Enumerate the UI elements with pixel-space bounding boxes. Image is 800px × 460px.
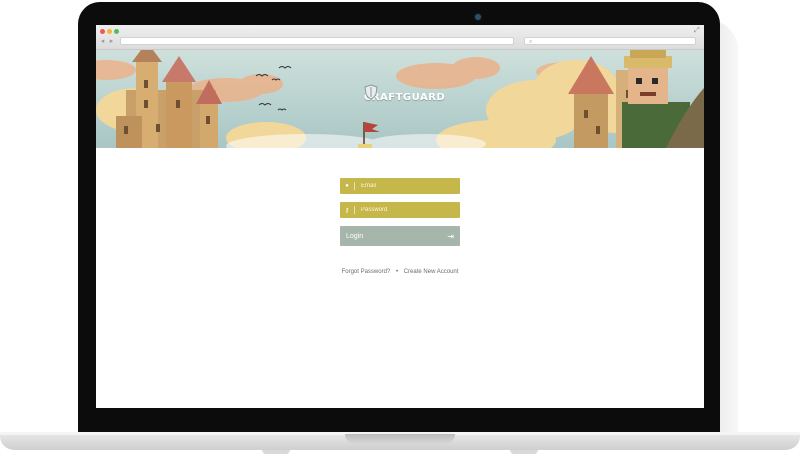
email-input[interactable] [361,183,451,189]
login-button[interactable]: Login ⇥ [340,226,460,246]
email-field[interactable]: ● [340,178,460,194]
fullscreen-icon[interactable]: ⤢ [694,27,700,35]
back-arrow-icon[interactable]: ◂ [99,38,106,45]
laptop-screen: ◂ ▸ ⌕ ⤢ CRAFTGUARD ● Email ⚷ Login ⇥ For… [96,25,704,408]
brand-logo: CRAFTGUARD [364,84,445,110]
password-field[interactable]: ⚷ [340,202,460,218]
laptop-notch [345,434,455,444]
shield-logo-icon [364,84,378,100]
login-label: Login [346,232,364,240]
create-account-link[interactable]: Create New Account [404,269,459,275]
forgot-password-link[interactable]: Forgot Password? [342,269,391,275]
search-icon: ⌕ [529,39,533,45]
address-bar[interactable] [120,37,514,45]
laptop-foot-right [510,450,538,454]
browser-chrome: ◂ ▸ ⌕ ⤢ [96,25,704,50]
minimize-window-dot[interactable] [107,29,112,34]
hero-banner: CRAFTGUARD [96,50,704,148]
link-separator: • [395,269,399,275]
account-links: Forgot Password? • Create New Account [340,269,460,275]
laptop-foot-left [262,450,290,454]
field-separator [354,182,355,190]
key-icon: ⚷ [344,207,350,214]
browser-search-field[interactable]: ⌕ [524,37,696,45]
field-separator [354,206,355,214]
maximize-window-dot[interactable] [114,29,119,34]
forward-arrow-icon[interactable]: ▸ [108,38,115,45]
user-icon: ● [345,183,349,189]
sign-in-icon: ⇥ [447,231,454,241]
password-input[interactable] [361,207,451,213]
close-window-dot[interactable] [100,29,105,34]
webcam [475,14,481,20]
